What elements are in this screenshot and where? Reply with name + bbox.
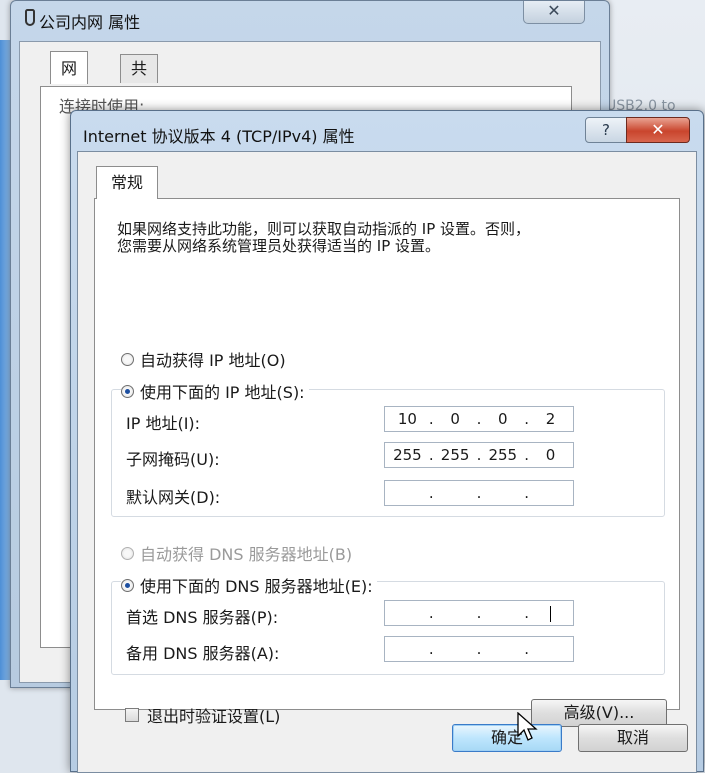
ip-separator: .	[428, 484, 434, 502]
validate-label: 退出时验证设置(L)	[147, 707, 281, 726]
dns-octet	[534, 604, 566, 622]
ip-manual-radio[interactable]	[121, 384, 134, 398]
ip-separator: .	[476, 446, 482, 464]
close-button[interactable]: ✕	[626, 117, 690, 143]
help-button[interactable]: ?	[585, 117, 627, 143]
ip-separator: .	[428, 604, 434, 622]
ip-separator: .	[476, 410, 482, 428]
tab-network[interactable]: 网络	[50, 51, 89, 112]
ip-manual-option[interactable]: 使用下面的 IP 地址(S):	[121, 379, 309, 403]
ip-auto-label: 自动获得 IP 地址(O)	[140, 351, 286, 370]
ip-separator: .	[476, 640, 482, 658]
description: 如果网络支持此功能，则可以获取自动指派的 IP 设置。否则， 您需要从网络系统管…	[117, 221, 657, 255]
subnet-octet: 255	[393, 446, 422, 464]
ip-octet: 2	[545, 410, 556, 428]
validate-checkbox[interactable]	[125, 708, 139, 722]
ip-separator: .	[524, 640, 530, 658]
description-line-1: 如果网络支持此功能，则可以获取自动指派的 IP 设置。否则，	[117, 220, 531, 238]
subnet-octet: 0	[545, 446, 556, 464]
dns-auto-label: 自动获得 DNS 服务器地址(B)	[140, 545, 353, 564]
ip-auto-radio[interactable]	[121, 352, 134, 366]
dialog-title: Internet 协议版本 4 (TCP/IPv4) 属性	[83, 127, 355, 146]
ip-octet: 10	[397, 410, 417, 428]
description-line-2: 您需要从网络系统管理员处获得适当的 IP 设置。	[117, 237, 441, 255]
ip-settings-group: IP 地址(I): 10. 0. 0. 2 子网掩码(U): 255. 255.…	[111, 389, 665, 517]
dns-auto-option[interactable]: 自动获得 DNS 服务器地址(B)	[121, 541, 352, 565]
tab-general[interactable]: 常规	[96, 166, 159, 199]
cancel-button[interactable]: 取消	[578, 724, 688, 752]
ip-separator: .	[524, 446, 530, 464]
window-title: 公司内网 属性	[39, 13, 141, 32]
subnet-label: 子网掩码(U):	[126, 450, 220, 469]
dns-preferred-row: 首选 DNS 服务器(P): . . .	[112, 600, 664, 628]
ip-separator: .	[476, 604, 482, 622]
dns-auto-radio[interactable]	[121, 546, 134, 560]
tab-sharing[interactable]: 共享	[120, 54, 159, 106]
gateway-row: 默认网关(D): . . .	[112, 480, 664, 508]
gateway-field[interactable]: . . .	[384, 480, 574, 506]
ip-auto-option[interactable]: 自动获得 IP 地址(O)	[121, 347, 286, 371]
dns-preferred-label: 首选 DNS 服务器(P):	[126, 608, 279, 627]
ok-button[interactable]: 确定	[452, 724, 562, 752]
ip-octet: 0	[498, 410, 508, 428]
tcpipv4-properties-dialog: Internet 协议版本 4 (TCP/IPv4) 属性 ? ✕ 常规 如果网…	[70, 110, 704, 773]
general-panel: 如果网络支持此功能，则可以获取自动指派的 IP 设置。否则， 您需要从网络系统管…	[94, 198, 680, 727]
ip-separator: .	[476, 484, 482, 502]
dialog-client: 常规 如果网络支持此功能，则可以获取自动指派的 IP 设置。否则， 您需要从网络…	[77, 151, 697, 773]
ip-address-row: IP 地址(I): 10. 0. 0. 2	[112, 406, 664, 434]
ip-separator: .	[524, 484, 530, 502]
text-caret	[549, 605, 551, 622]
dns-alternate-label: 备用 DNS 服务器(A):	[126, 644, 280, 663]
ip-octet: 0	[450, 410, 460, 428]
dns-alternate-row: 备用 DNS 服务器(A): . . .	[112, 636, 664, 664]
network-adapter-icon	[25, 9, 35, 26]
ip-address-label: IP 地址(I):	[126, 414, 201, 433]
dns-manual-label: 使用下面的 DNS 服务器地址(E):	[140, 577, 373, 596]
ip-address-field[interactable]: 10. 0. 0. 2	[384, 406, 574, 432]
subnet-row: 子网掩码(U): 255. 255. 255. 0	[112, 442, 664, 470]
ip-manual-label: 使用下面的 IP 地址(S):	[140, 383, 305, 402]
ip-separator: .	[428, 410, 434, 428]
back-window-close-button[interactable]: ✕	[523, 1, 585, 24]
validate-option[interactable]: 退出时验证设置(L)	[125, 703, 280, 727]
dns-preferred-field[interactable]: . . .	[384, 600, 574, 626]
advanced-button[interactable]: 高级(V)...	[531, 699, 667, 727]
subnet-octet: 255	[440, 446, 470, 464]
mouse-pointer-icon	[517, 712, 538, 741]
dns-manual-option[interactable]: 使用下面的 DNS 服务器地址(E):	[121, 573, 377, 597]
subnet-field[interactable]: 255. 255. 255. 0	[384, 442, 574, 468]
dns-alternate-field[interactable]: . . .	[384, 636, 574, 662]
dns-manual-radio[interactable]	[121, 578, 134, 592]
gateway-label: 默认网关(D):	[126, 488, 221, 507]
ip-separator: .	[524, 410, 530, 428]
ip-separator: .	[524, 604, 530, 622]
ip-separator: .	[428, 446, 434, 464]
ip-separator: .	[428, 640, 434, 658]
subnet-octet: 255	[488, 446, 518, 464]
